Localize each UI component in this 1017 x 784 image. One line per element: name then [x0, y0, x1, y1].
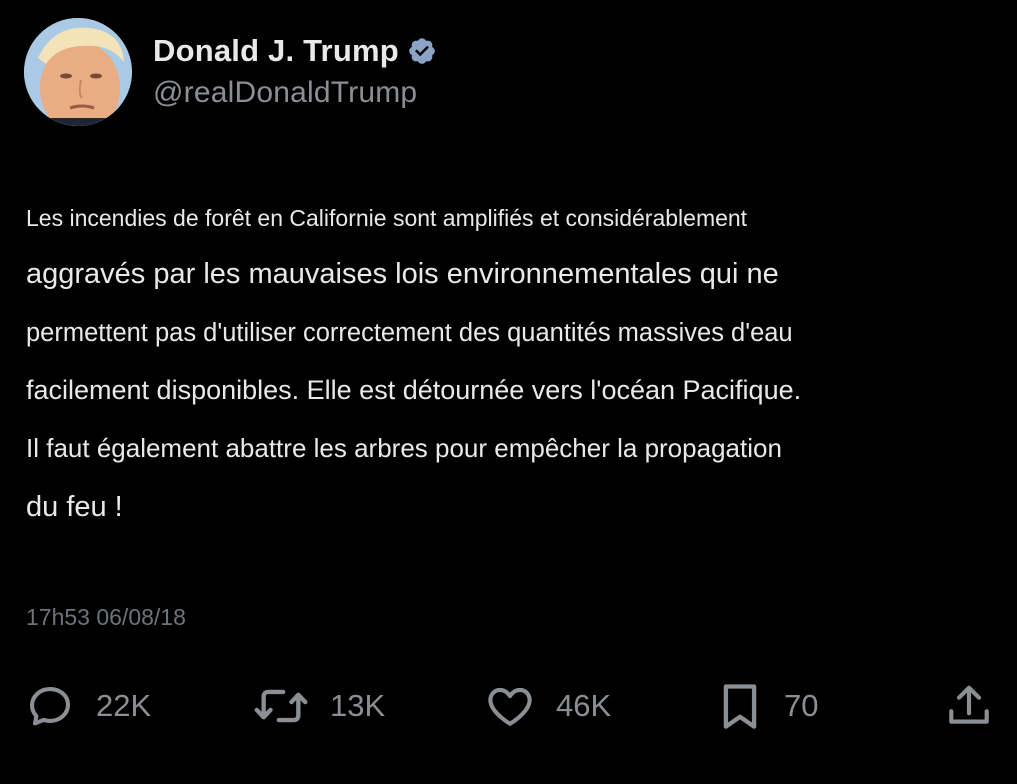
retweet-icon	[254, 689, 308, 723]
avatar[interactable]	[24, 18, 132, 126]
tweet-actions-bar: 22K 13K 46K 70	[0, 678, 1017, 734]
tweet-text-line: Les incendies de forêt en Californie son…	[26, 205, 748, 231]
tweet-card: Donald J. Trump @realDonaldTrump Les inc…	[0, 0, 1017, 784]
reply-button[interactable]: 22K	[24, 678, 151, 734]
author-handle[interactable]: @realDonaldTrump	[153, 76, 417, 110]
avatar-portrait	[24, 18, 132, 126]
bookmark-count: 70	[784, 688, 819, 723]
retweet-count: 13K	[330, 688, 386, 723]
tweet-text-line: permettent pas d'utiliser correctement d…	[26, 319, 793, 347]
tweet-text-line: facilement disponibles. Elle est détourn…	[26, 375, 802, 405]
tweet-text-line: aggravés par les mauvaises lois environn…	[26, 258, 779, 290]
bookmark-icon	[723, 684, 757, 729]
reply-icon	[29, 687, 71, 726]
retweet-button[interactable]: 13K	[252, 678, 385, 734]
bookmark-button[interactable]: 70	[716, 678, 818, 734]
like-count: 46K	[556, 688, 612, 723]
verified-badge-icon	[407, 36, 437, 66]
share-button[interactable]	[944, 678, 994, 734]
author-display-name[interactable]: Donald J. Trump	[153, 33, 399, 69]
tweet-timestamp[interactable]: 17h53 06/08/18	[26, 604, 186, 631]
share-icon	[949, 685, 989, 724]
like-button[interactable]: 46K	[484, 678, 611, 734]
tweet-text: Les incendies de forêt en Californie son…	[26, 196, 986, 538]
heart-icon	[488, 687, 532, 726]
tweet-text-line: du feu !	[26, 491, 123, 523]
tweet-text-line: Il faut également abattre les arbres pou…	[26, 433, 782, 463]
reply-count: 22K	[96, 688, 152, 723]
author-name-row[interactable]: Donald J. Trump	[153, 30, 437, 72]
